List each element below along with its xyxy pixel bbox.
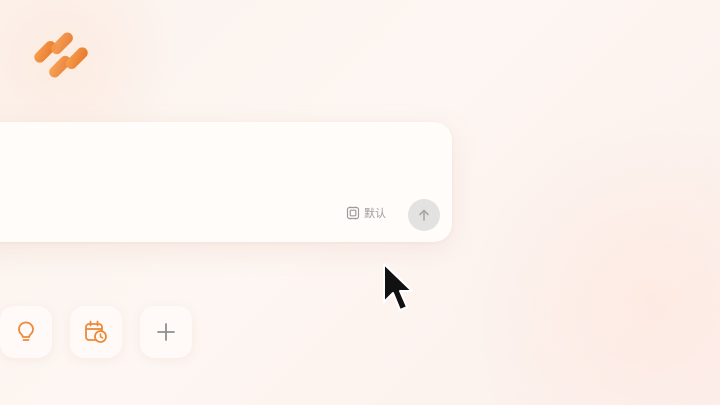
arrow-up-icon bbox=[419, 209, 429, 221]
send-button[interactable] bbox=[408, 199, 440, 231]
composer-card: 默认 bbox=[0, 122, 452, 242]
orange-tiles-logo-icon bbox=[34, 32, 88, 78]
message-input[interactable] bbox=[10, 140, 374, 194]
plus-icon bbox=[157, 323, 175, 341]
model-label: 默认 bbox=[364, 207, 386, 220]
quick-tool-idea[interactable] bbox=[0, 306, 52, 358]
model-selector[interactable]: 默认 bbox=[346, 205, 386, 221]
calendar-clock-icon bbox=[85, 320, 107, 343]
mouse-pointer-icon bbox=[382, 262, 416, 320]
quick-tool-schedule[interactable] bbox=[70, 306, 122, 358]
model-chip-icon bbox=[346, 206, 360, 220]
lightbulb-icon bbox=[18, 321, 34, 341]
quick-tool-add[interactable] bbox=[140, 306, 192, 358]
app-logo bbox=[24, 18, 98, 92]
